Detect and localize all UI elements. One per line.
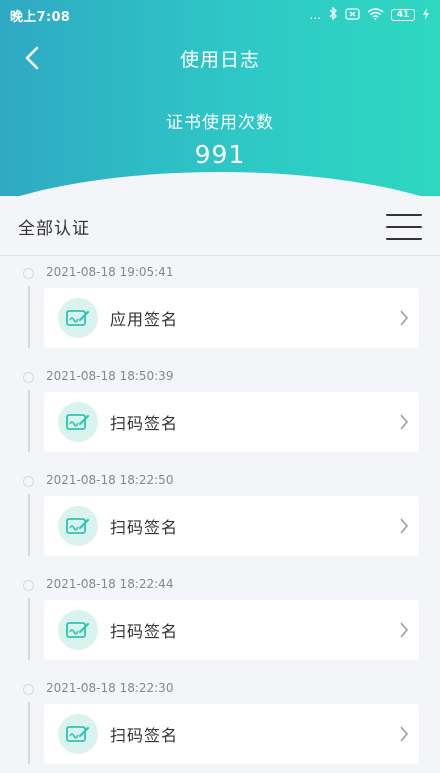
timeline-dot — [23, 684, 34, 695]
timeline-line — [28, 494, 30, 556]
timeline-line — [28, 286, 30, 348]
log-timestamp: 2021-08-18 19:05:41 — [46, 265, 174, 279]
chevron-right-icon — [399, 309, 409, 327]
timeline-dot — [23, 268, 34, 279]
log-card-label: 应用签名 — [110, 310, 179, 329]
menu-line — [386, 213, 422, 216]
log-card[interactable]: 扫码签名 — [44, 392, 419, 452]
status-bar: 晚上7:08 ... 41 — [0, 0, 440, 30]
log-timestamp: 2021-08-18 18:50:39 — [46, 369, 174, 383]
status-time: 晚上7:08 — [10, 9, 71, 25]
log-card-label: 扫码签名 — [110, 518, 179, 537]
log-card[interactable]: 扫码签名 — [44, 600, 419, 660]
menu-button[interactable] — [386, 212, 422, 242]
log-timeline: 2021-08-18 19:05:41 应用签名 2021-08-18 18:5… — [0, 258, 440, 773]
no-sim-icon — [345, 7, 360, 23]
log-entry: 2021-08-18 18:50:39 扫码签名 — [0, 362, 440, 466]
timeline-dot — [23, 372, 34, 383]
header-banner: 晚上7:08 ... 41 使用日志 证书使用次数 991 — [0, 0, 440, 196]
signature-icon — [58, 402, 98, 442]
chevron-right-icon — [399, 725, 409, 743]
menu-line — [386, 225, 422, 228]
usage-count-value: 991 — [194, 140, 246, 169]
log-entry: 2021-08-18 18:22:30 扫码签名 — [0, 674, 440, 773]
filter-label[interactable]: 全部认证 — [18, 214, 90, 239]
timeline-line — [28, 390, 30, 452]
chevron-left-icon — [25, 46, 39, 70]
log-card-label: 扫码签名 — [110, 622, 179, 641]
signature-icon — [58, 610, 98, 650]
log-timestamp: 2021-08-18 18:22:30 — [46, 681, 174, 695]
timeline-dot — [23, 580, 34, 591]
log-card-label: 扫码签名 — [110, 726, 179, 745]
header-curve — [0, 172, 440, 196]
page-title: 使用日志 — [179, 48, 260, 71]
wifi-icon — [367, 7, 384, 23]
log-timestamp: 2021-08-18 18:22:44 — [46, 577, 174, 591]
log-entry: 2021-08-18 18:22:44 扫码签名 — [0, 570, 440, 674]
filter-bar: 全部认证 — [0, 198, 440, 256]
timeline-line — [28, 702, 30, 764]
bluetooth-icon — [328, 6, 338, 23]
log-card-label: 扫码签名 — [110, 414, 179, 433]
timeline-dot — [23, 476, 34, 487]
back-button[interactable] — [16, 42, 48, 74]
more-dots-icon: ... — [309, 8, 321, 22]
signature-icon — [58, 714, 98, 754]
log-card[interactable]: 扫码签名 — [44, 704, 419, 764]
log-entry: 2021-08-18 18:22:50 扫码签名 — [0, 466, 440, 570]
usage-count-label: 证书使用次数 — [166, 113, 274, 133]
chevron-right-icon — [399, 621, 409, 639]
battery-icon: 41 — [391, 9, 415, 21]
navbar: 使用日志 — [0, 36, 440, 80]
log-timestamp: 2021-08-18 18:22:50 — [46, 473, 174, 487]
timeline-line — [28, 598, 30, 660]
log-card[interactable]: 扫码签名 — [44, 496, 419, 556]
chevron-right-icon — [399, 413, 409, 431]
signature-icon — [58, 298, 98, 338]
signature-icon — [58, 506, 98, 546]
charging-icon — [422, 7, 430, 23]
chevron-right-icon — [399, 517, 409, 535]
menu-line — [386, 237, 422, 240]
status-icons: ... 41 — [309, 6, 430, 23]
log-entry: 2021-08-18 19:05:41 应用签名 — [0, 258, 440, 362]
log-card[interactable]: 应用签名 — [44, 288, 419, 348]
